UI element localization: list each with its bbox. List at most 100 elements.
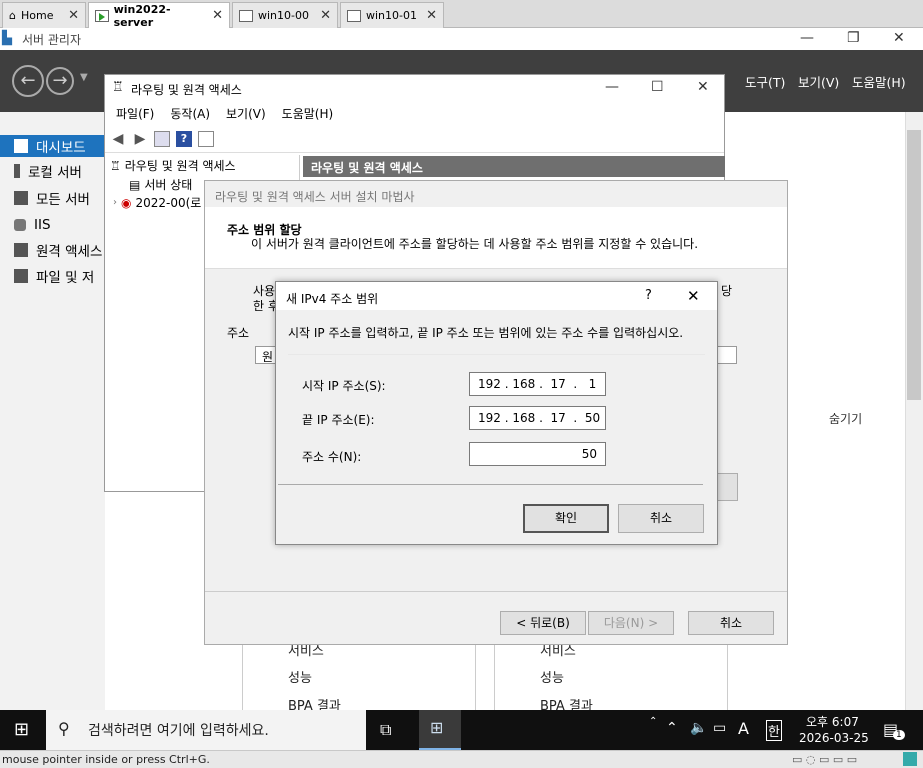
clock-date[interactable]: 2026-03-25 xyxy=(799,731,869,745)
iis-icon xyxy=(14,219,26,231)
dialog-instruction: 시작 IP 주소를 입력하고, 끝 IP 주소 또는 범위에 있는 주소 수를 … xyxy=(288,326,684,340)
start-ip-field[interactable]: 192 . 168 . 17 . 1 xyxy=(469,372,606,396)
chevron-down-icon[interactable]: ▼ xyxy=(80,72,88,83)
dashboard-tile-left: 서비스 성능 BPA 결과 xyxy=(242,640,476,715)
minimize-icon[interactable]: — xyxy=(800,30,814,46)
close-icon[interactable]: ✕ xyxy=(893,30,905,46)
server-status-icon: ▤ xyxy=(129,177,141,192)
back-arrow-icon[interactable]: ◀ xyxy=(110,131,126,147)
network-icon[interactable]: ▭ xyxy=(713,720,726,736)
sidebar-item-file-storage[interactable]: 파일 및 저 xyxy=(14,265,94,287)
dashboard-tile-right: 서비스 성능 BPA 결과 xyxy=(494,640,728,715)
help-icon[interactable]: ? xyxy=(176,130,192,147)
close-icon[interactable]: ✕ xyxy=(212,8,223,23)
forward-arrow-icon[interactable]: → xyxy=(46,67,74,95)
chevron-up-icon[interactable]: ⌃ xyxy=(666,720,678,736)
sidebar-item-local-server[interactable]: 로컬 서버 xyxy=(14,160,82,182)
wizard-heading: 주소 범위 할당 xyxy=(227,223,302,237)
ime-mode-indicator[interactable]: A xyxy=(738,719,749,738)
next-button[interactable]: 다음(N) > xyxy=(588,611,674,635)
rras-toolbar: ◀ ▶ ? xyxy=(105,125,724,153)
maximize-icon[interactable]: ☐ xyxy=(651,79,664,95)
sidebar-item-remote-access[interactable]: 원격 액세스 xyxy=(14,239,102,261)
wizard-description: 이 서버가 원격 클라이언트에 주소를 할당하는 데 사용할 주소 범위를 지정… xyxy=(251,237,699,251)
forward-arrow-icon[interactable]: ▶ xyxy=(132,131,148,147)
ime-hangul-indicator[interactable]: 한 xyxy=(766,720,782,741)
menu-action[interactable]: 동작(A) xyxy=(170,105,210,122)
browser-tab-bar: ⌂ Home ✕ win2022-server ✕ win10-00 ✕ win… xyxy=(0,0,923,29)
vm-icon xyxy=(239,9,253,22)
wizard-text-partial: 주소 xyxy=(227,326,250,340)
vm-icon xyxy=(95,9,109,22)
tree-node-rras[interactable]: ♖ 라우팅 및 원격 액세스 xyxy=(110,157,236,174)
menu-help[interactable]: 도움말(H) xyxy=(282,105,334,122)
network-app-icon: ⊞ xyxy=(430,718,444,737)
volume-muted-icon[interactable]: 🔈 xyxy=(690,720,707,736)
ip-range-group: 시작 IP 주소(S): 192 . 168 . 17 . 1 끝 IP 주소(… xyxy=(288,354,705,478)
home-icon: ⌂ xyxy=(9,9,16,22)
cancel-button[interactable]: 취소 xyxy=(618,504,704,533)
menu-view[interactable]: 보기(V) xyxy=(798,72,839,91)
tile-performance-link[interactable]: 성능 xyxy=(540,667,564,686)
taskbar-app-rras[interactable]: ⊞ xyxy=(419,710,461,750)
menu-tools[interactable]: 도구(T) xyxy=(745,72,785,91)
start-ip-label: 시작 IP 주소(S): xyxy=(302,379,386,393)
sidebar-item-dashboard[interactable]: 대시보드 xyxy=(0,135,105,157)
chevron-right-icon[interactable]: › xyxy=(113,197,117,208)
sidebar-item-all-servers[interactable]: 모든 서버 xyxy=(14,187,90,209)
rras-titlebar: ♖ 라우팅 및 원격 액세스 — ☐ ✕ xyxy=(105,75,724,101)
window-title: 라우팅 및 원격 액세스 xyxy=(131,83,242,97)
scrollbar-thumb[interactable] xyxy=(907,130,921,400)
minimize-icon[interactable]: — xyxy=(605,79,619,95)
file-storage-icon xyxy=(14,269,28,283)
search-placeholder: 검색하려면 여기에 입력하세요. xyxy=(88,723,269,739)
tile-performance-link[interactable]: 성능 xyxy=(288,667,312,686)
taskbar-scroll-icon[interactable]: ⌃ xyxy=(649,716,657,727)
tree-node-server-status[interactable]: ▤ 서버 상태 xyxy=(129,176,192,193)
wizard-header: 주소 범위 할당 이 서버가 원격 클라이언트에 주소를 할당하는 데 사용할 … xyxy=(205,207,787,269)
tab-win10-01[interactable]: win10-01 ✕ xyxy=(340,2,444,28)
tab-win2022-server[interactable]: win2022-server ✕ xyxy=(88,2,230,29)
menu-help[interactable]: 도움말(H) xyxy=(852,72,906,91)
vm-icon xyxy=(347,9,361,22)
close-icon[interactable]: ✕ xyxy=(697,79,709,95)
menu-view[interactable]: 보기(V) xyxy=(226,105,266,122)
help-icon[interactable]: ? xyxy=(645,288,652,303)
ok-button[interactable]: 확인 xyxy=(523,504,609,533)
tree-node-server[interactable]: › ◉ 2022-00(로 xyxy=(113,194,201,211)
wizard-footer-separator xyxy=(205,591,787,592)
sidebar-item-iis[interactable]: IIS xyxy=(14,214,51,236)
end-ip-label: 끝 IP 주소(E): xyxy=(302,413,375,427)
tab-win10-00[interactable]: win10-00 ✕ xyxy=(232,2,338,28)
windows-start-icon[interactable]: ⊞ xyxy=(14,719,29,740)
show-hide-tree-icon[interactable] xyxy=(154,130,170,147)
wizard-title: 라우팅 및 원격 액세스 서버 설치 마법사 xyxy=(215,190,415,204)
address-count-field[interactable]: 50 xyxy=(469,442,606,466)
back-arrow-icon[interactable]: ← xyxy=(12,65,44,97)
menu-file[interactable]: 파일(F) xyxy=(116,105,154,122)
server-manager-icon: ▙ xyxy=(2,31,12,46)
end-ip-field[interactable]: 192 . 168 . 17 . 50 xyxy=(469,406,606,430)
wizard-text-partial: 당 xyxy=(721,284,733,298)
close-icon[interactable]: ✕ xyxy=(68,8,79,23)
address-count-label: 주소 수(N): xyxy=(302,450,362,464)
close-icon[interactable]: ✕ xyxy=(426,8,437,23)
task-view-icon[interactable]: ⧉ xyxy=(380,720,391,740)
taskbar-search-box[interactable]: ⚲ 검색하려면 여기에 입력하세요. xyxy=(46,710,366,750)
tab-home[interactable]: ⌂ Home ✕ xyxy=(2,2,86,28)
restore-icon[interactable]: ❐ xyxy=(847,30,860,46)
properties-icon[interactable] xyxy=(198,130,214,147)
tab-label: win10-00 xyxy=(258,9,309,22)
list-column-header: 원 xyxy=(262,350,274,364)
clock-time[interactable]: 오후 6:07 xyxy=(806,713,859,730)
rras-icon: ♖ xyxy=(112,80,124,95)
close-icon[interactable]: ✕ xyxy=(687,287,700,305)
cancel-button[interactable]: 취소 xyxy=(688,611,774,635)
notification-badge: 1 xyxy=(893,730,905,740)
close-icon[interactable]: ✕ xyxy=(320,8,331,23)
wizard-list-button[interactable] xyxy=(717,473,738,501)
hide-link[interactable]: 숨기기 xyxy=(829,410,862,427)
rras-icon: ♖ xyxy=(110,158,121,173)
rras-right-header: 라우팅 및 원격 액세스 xyxy=(303,156,725,177)
back-button[interactable]: < 뒤로(B) xyxy=(500,611,586,635)
